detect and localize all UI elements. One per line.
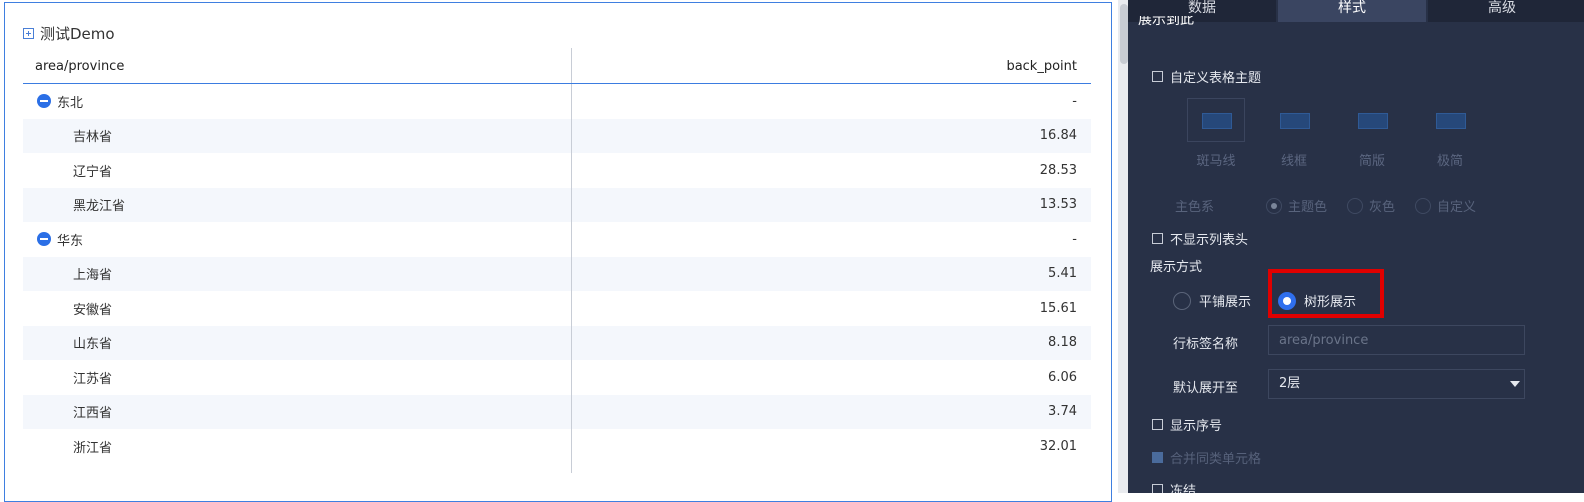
custom-theme-label: 自定义表格主题 [1170, 71, 1262, 86]
widget-title: 测试Demo [23, 23, 115, 44]
column-divider [571, 48, 572, 473]
theme-border[interactable]: 线框 [1264, 98, 1324, 169]
row-value: 15.61 [1039, 300, 1077, 316]
color-option-gray[interactable]: 灰色 [1347, 196, 1395, 215]
theme-label: 线框 [1280, 154, 1307, 169]
theme-minimal[interactable]: 极简 [1420, 98, 1480, 169]
row-value: 8.18 [1048, 335, 1077, 351]
expand-level-select[interactable]: 2层 [1268, 369, 1525, 399]
row-label: 华东 [57, 233, 84, 249]
merge-cells-label: 合并同类单元格 [1170, 452, 1262, 467]
tab-style[interactable]: 样式 [1278, 0, 1428, 22]
radio-icon[interactable] [1266, 197, 1283, 214]
show-index-label: 显示序号 [1170, 419, 1223, 434]
theme-minimal-preview [1421, 98, 1479, 142]
table-row: 上海省 5.41 [23, 256, 1091, 291]
table-widget-icon [23, 28, 34, 39]
color-option-custom[interactable]: 自定义 [1415, 196, 1476, 215]
theme-label: 斑马线 [1196, 154, 1236, 169]
collapse-icon[interactable] [37, 94, 51, 109]
row-value: - [1072, 231, 1077, 247]
radio-icon[interactable] [1415, 197, 1432, 214]
style-panel: 数据 样式 高级 展示到此 自定义表格主题 斑马线 线框 简版 极简 主色系 主… [1128, 0, 1584, 493]
row-value: 28.53 [1039, 162, 1077, 178]
row-label: 吉林省 [73, 130, 113, 146]
header-area-province[interactable]: area/province [23, 48, 572, 83]
table-row: 浙江省 32.01 [23, 429, 1091, 464]
theme-simple-preview [1343, 98, 1401, 142]
custom-theme-checkbox[interactable]: 自定义表格主题 [1152, 67, 1261, 86]
row-label: 山东省 [73, 337, 113, 353]
panel-tabs: 数据 样式 高级 [1128, 0, 1584, 22]
table-row: 东北 - [23, 84, 1091, 119]
row-value: 3.74 [1048, 404, 1077, 420]
collapse-icon[interactable] [37, 232, 51, 247]
row-tag-label: 行标签名称 [1173, 337, 1239, 352]
table-widget[interactable]: 测试Demo area/province back_point 东北 - 吉林省… [4, 2, 1112, 502]
theme-picker: 斑马线 线框 简版 极简 [1186, 98, 1498, 169]
display-mode-label: 展示方式 [1150, 260, 1203, 275]
theme-zebra-preview [1187, 98, 1245, 142]
table-row: 江西省 3.74 [23, 394, 1091, 429]
row-value: 13.53 [1039, 197, 1077, 213]
expand-level-label: 默认展开至 [1173, 381, 1239, 396]
checkbox-box[interactable] [1152, 484, 1163, 493]
table-row: 江苏省 6.06 [23, 360, 1091, 395]
theme-border-preview [1265, 98, 1323, 142]
widget-title-text: 测试Demo [40, 25, 115, 43]
expand-level-value: 2层 [1279, 376, 1301, 391]
row-value: - [1072, 93, 1077, 109]
section-header-clipped[interactable]: 展示到此 [1138, 16, 1194, 30]
freeze-checkbox[interactable]: 冻结 [1152, 480, 1196, 493]
color-scheme-row: 主色系 主题色 灰色 自定义 [1175, 196, 1496, 215]
table-row: 吉林省 16.84 [23, 118, 1091, 153]
row-label: 江苏省 [73, 371, 113, 387]
theme-simple[interactable]: 简版 [1342, 98, 1402, 169]
highlight-box [1268, 269, 1384, 318]
checkbox-box[interactable] [1152, 452, 1163, 463]
hide-header-checkbox[interactable]: 不显示列表头 [1152, 229, 1248, 248]
row-value: 16.84 [1039, 128, 1077, 144]
show-index-checkbox[interactable]: 显示序号 [1152, 415, 1222, 434]
table-row: 辽宁省 28.53 [23, 153, 1091, 188]
radio-icon[interactable] [1173, 291, 1191, 310]
color-scheme-label: 主色系 [1175, 200, 1215, 215]
header-back-point[interactable]: back_point [572, 48, 1091, 83]
scrollbar-thumb[interactable] [1120, 4, 1128, 64]
dashboard-canvas: 测试Demo area/province back_point 东北 - 吉林省… [0, 0, 1126, 502]
display-mode-flat[interactable]: 平铺展示 [1173, 291, 1251, 310]
row-label: 上海省 [73, 268, 113, 284]
checkbox-box[interactable] [1152, 419, 1163, 430]
checkbox-box[interactable] [1152, 233, 1163, 244]
row-label: 江西省 [73, 406, 113, 422]
table-row: 安徽省 15.61 [23, 291, 1091, 326]
row-label: 浙江省 [73, 440, 113, 456]
color-option-theme[interactable]: 主题色 [1266, 196, 1327, 215]
tree-table: area/province back_point 东北 - 吉林省 16.84 … [23, 48, 1091, 473]
theme-label: 简版 [1358, 154, 1385, 169]
table-row: 山东省 8.18 [23, 325, 1091, 360]
radio-icon[interactable] [1347, 197, 1364, 214]
table-row: 华东 - [23, 222, 1091, 257]
tab-advanced[interactable]: 高级 [1428, 0, 1576, 22]
merge-cells-checkbox[interactable]: 合并同类单元格 [1152, 448, 1261, 467]
freeze-label: 冻结 [1170, 484, 1197, 493]
hide-header-label: 不显示列表头 [1170, 233, 1249, 248]
table-row: 黑龙江省 13.53 [23, 187, 1091, 222]
checkbox-box[interactable] [1152, 71, 1163, 82]
theme-zebra[interactable]: 斑马线 [1186, 98, 1246, 169]
row-label: 安徽省 [73, 302, 113, 318]
table-header: area/province back_point [23, 48, 1091, 84]
row-value: 32.01 [1039, 438, 1077, 454]
row-value: 5.41 [1048, 266, 1077, 282]
row-value: 6.06 [1048, 369, 1077, 385]
theme-label: 极简 [1436, 154, 1463, 169]
row-tag-input[interactable] [1268, 325, 1525, 355]
caret-down-icon[interactable] [1510, 381, 1520, 387]
row-label: 东北 [57, 95, 84, 111]
row-label: 黑龙江省 [73, 199, 126, 215]
row-label: 辽宁省 [73, 164, 113, 180]
